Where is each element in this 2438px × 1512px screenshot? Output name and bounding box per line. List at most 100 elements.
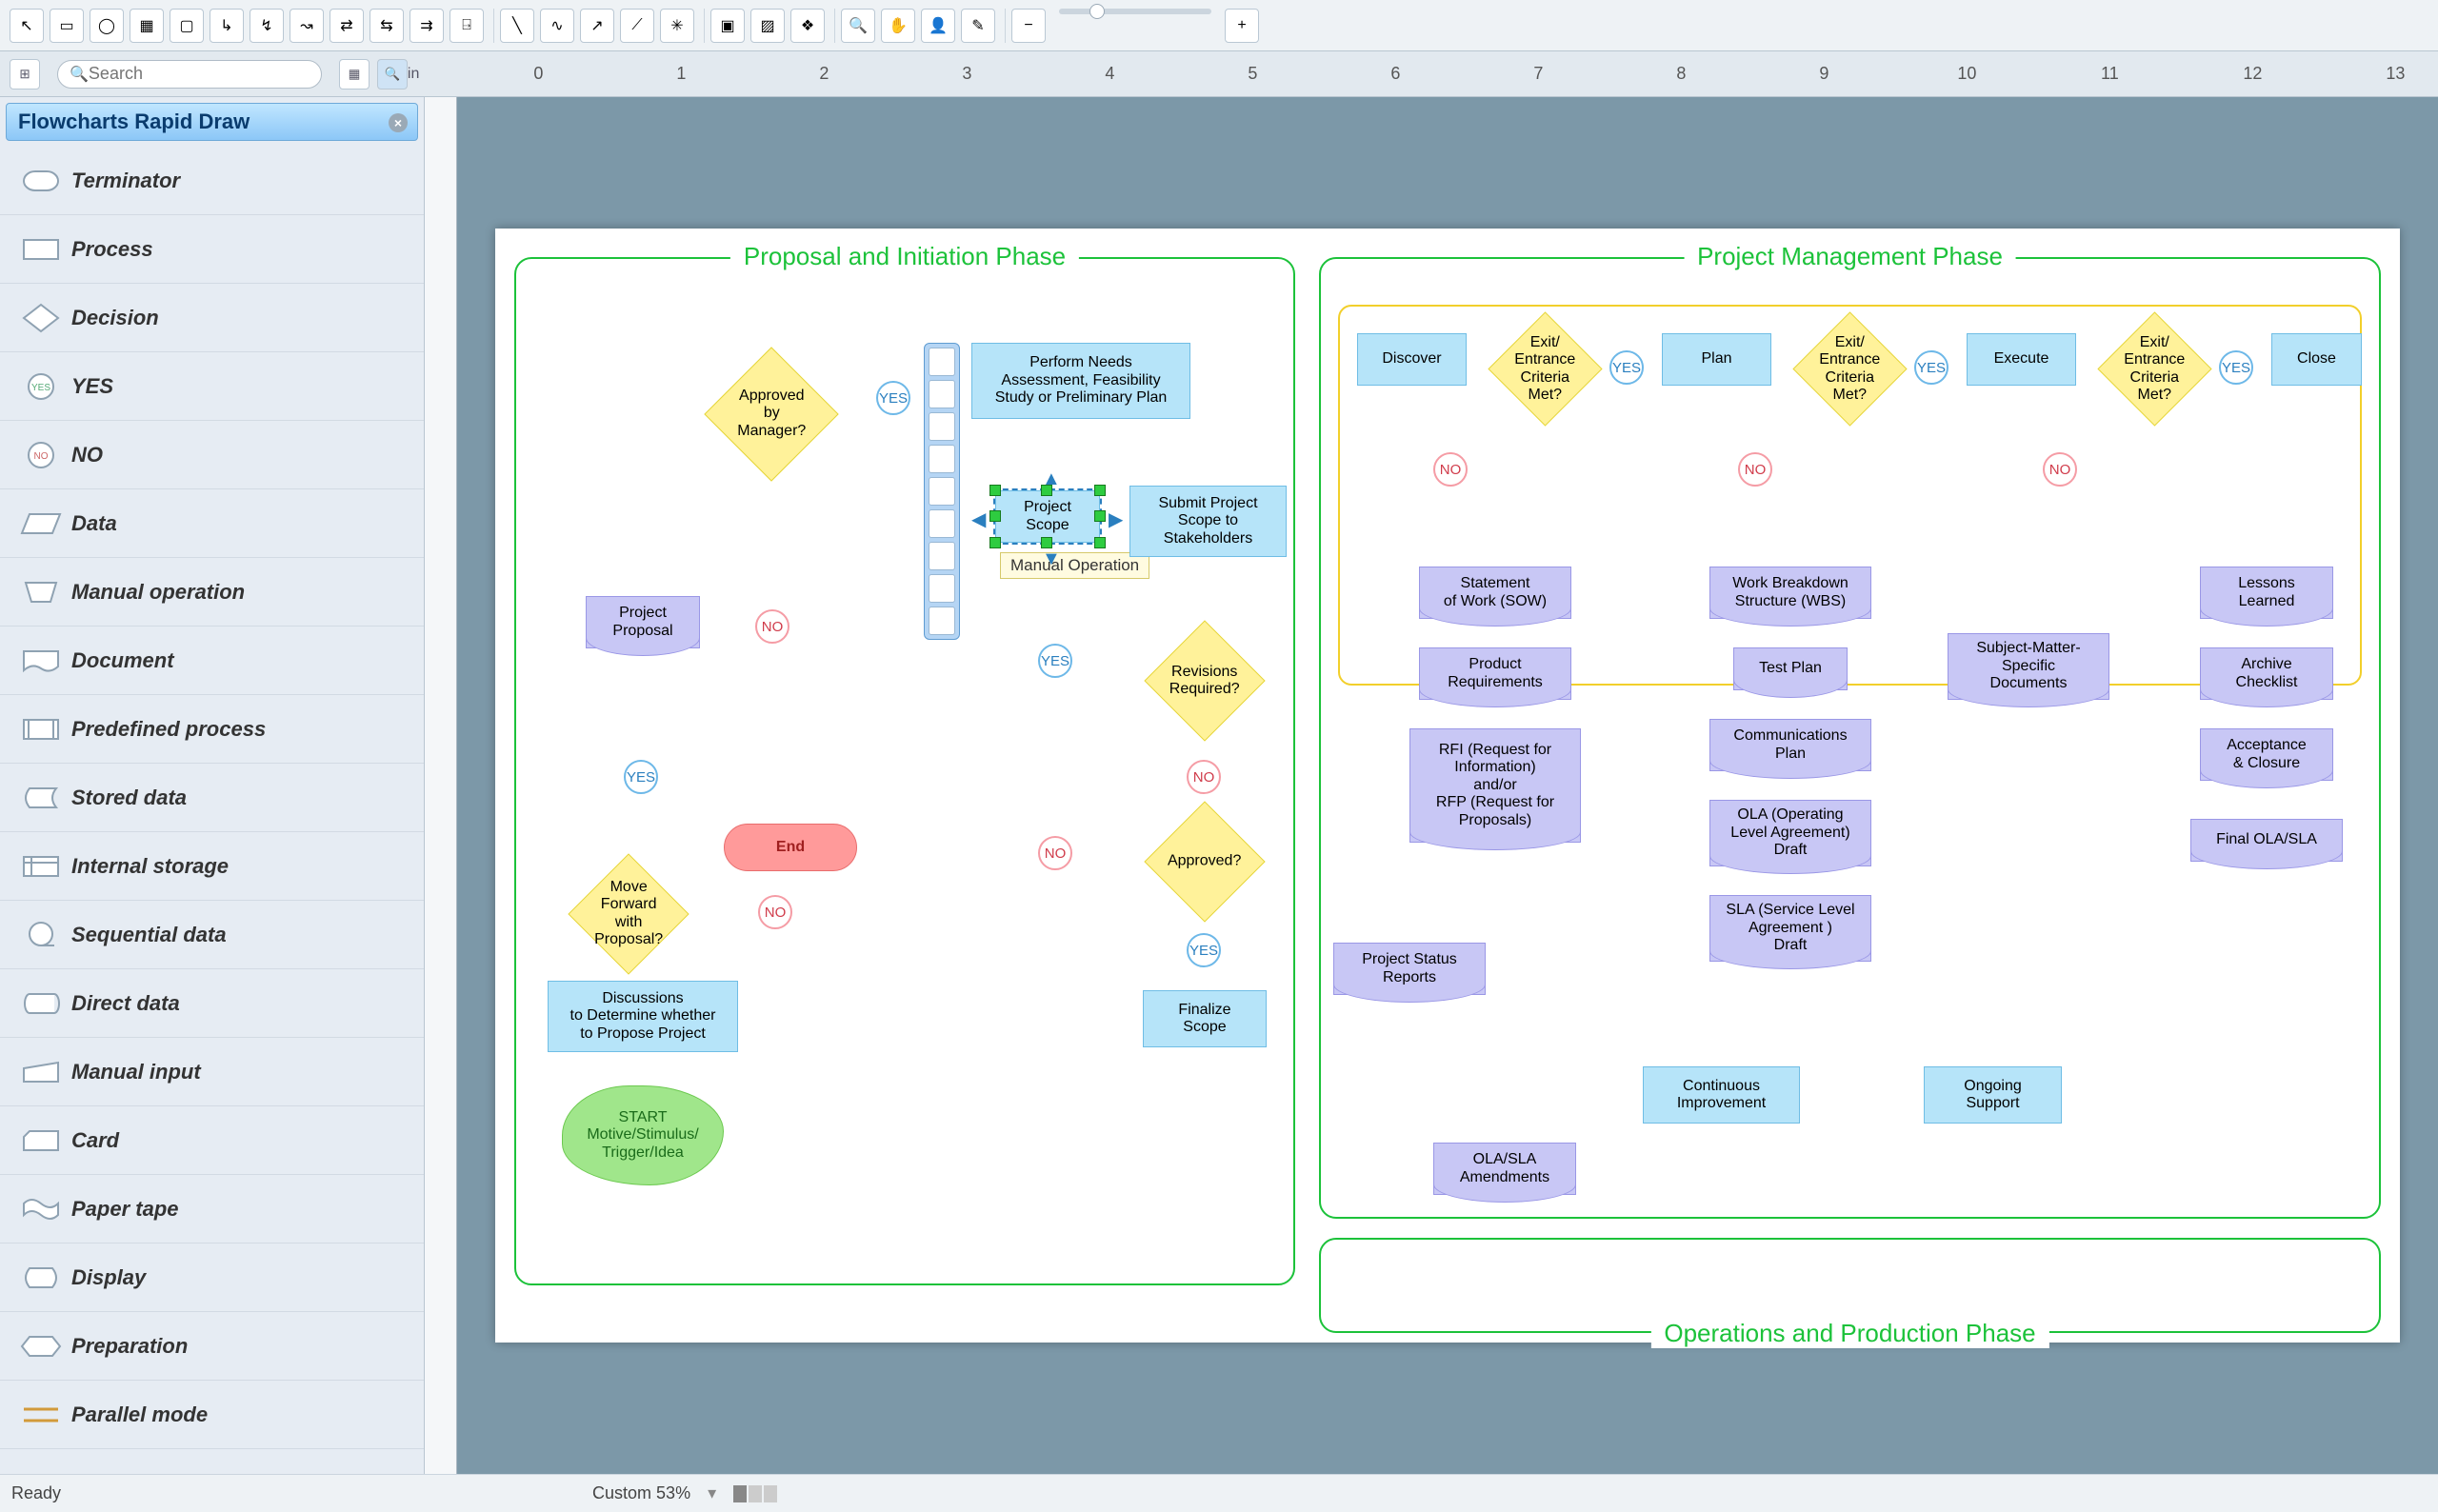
node-rfi[interactable]: RFI (Request for Information) and/or RFP… bbox=[1409, 728, 1581, 843]
path-spline-tool[interactable]: ⟋ bbox=[620, 9, 654, 43]
sidebar-item-decision[interactable]: Decision bbox=[0, 284, 424, 352]
node-project-scope[interactable]: Project Scope bbox=[995, 490, 1100, 543]
sidebar-item-prep[interactable]: Preparation bbox=[0, 1312, 424, 1381]
diagram-page[interactable]: Proposal and Initiation Phase Project Ma… bbox=[495, 229, 2400, 1343]
node-testplan[interactable]: Test Plan bbox=[1733, 647, 1848, 690]
sidebar-item-no[interactable]: NONO bbox=[0, 421, 424, 489]
zoom-out-button[interactable]: − bbox=[1011, 9, 1046, 43]
status-zoom[interactable]: Custom 53% bbox=[592, 1483, 690, 1503]
sidebar-item-parallel[interactable]: Parallel mode bbox=[0, 1381, 424, 1449]
dir-arrow-down[interactable]: ▼ bbox=[1042, 548, 1061, 570]
prep-icon bbox=[10, 1329, 71, 1363]
table-tool[interactable]: ▦ bbox=[130, 9, 164, 43]
sidebar-item-data[interactable]: Data bbox=[0, 489, 424, 558]
connector-no: NO bbox=[758, 895, 792, 929]
node-submit-stakeholders[interactable]: Submit Project Scope to Stakeholders bbox=[1129, 486, 1287, 557]
connector-split-tool[interactable]: ⇆ bbox=[370, 9, 404, 43]
close-icon[interactable]: × bbox=[389, 113, 408, 132]
sidebar-item-internal[interactable]: Internal storage bbox=[0, 832, 424, 901]
node-archive[interactable]: Archive Checklist bbox=[2200, 647, 2333, 700]
horizontal-scrollbar[interactable] bbox=[794, 1486, 2427, 1502]
node-finalize-scope[interactable]: Finalize Scope bbox=[1143, 990, 1267, 1047]
node-continuous[interactable]: Continuous Improvement bbox=[1643, 1066, 1800, 1124]
path-poly-tool[interactable]: ↗ bbox=[580, 9, 614, 43]
dir-arrow-left[interactable]: ◀ bbox=[971, 507, 986, 531]
connector-branch-tool[interactable]: ⇉ bbox=[410, 9, 444, 43]
path-curve-tool[interactable]: ∿ bbox=[540, 9, 574, 43]
sidebar-item-stored[interactable]: Stored data bbox=[0, 764, 424, 832]
node-lessons[interactable]: Lessons Learned bbox=[2200, 567, 2333, 619]
top-toolbar: ↖ ▭ ◯ ▦ ▢ ↳ ↯ ↝ ⇄ ⇆ ⇉ ⍈ ╲ ∿ ↗ ⟋ ✳ ▣ ▨ ❖ … bbox=[0, 0, 2438, 51]
ruler-mark: 0 bbox=[467, 64, 610, 84]
node-perform-needs[interactable]: Perform Needs Assessment, Feasibility St… bbox=[971, 343, 1190, 419]
node-discussions[interactable]: Discussions to Determine whether to Prop… bbox=[548, 981, 738, 1052]
node-wbs[interactable]: Work Breakdown Structure (WBS) bbox=[1709, 567, 1871, 619]
node-ongoing[interactable]: Ongoing Support bbox=[1924, 1066, 2062, 1124]
view-search-button[interactable]: 🔍 bbox=[377, 59, 408, 90]
sidebar-item-paper[interactable]: Paper tape bbox=[0, 1175, 424, 1243]
node-end[interactable]: End bbox=[724, 824, 857, 871]
ruler-horizontal: 012345678910111213141516 bbox=[419, 58, 2438, 90]
select-ungroup-tool[interactable]: ▨ bbox=[750, 9, 785, 43]
node-ola[interactable]: OLA (Operating Level Agreement) Draft bbox=[1709, 800, 1871, 866]
sidebar-item-document[interactable]: Document bbox=[0, 627, 424, 695]
pointer-tool[interactable]: ↖ bbox=[10, 9, 44, 43]
library-category[interactable]: Flowcharts Rapid Draw × bbox=[6, 103, 418, 141]
sidebar-item-direct[interactable]: Direct data bbox=[0, 969, 424, 1038]
sidebar-item-manualin[interactable]: Manual input bbox=[0, 1038, 424, 1106]
sidebar-item-process[interactable]: Process bbox=[0, 215, 424, 284]
zoom-in-button[interactable]: + bbox=[1225, 9, 1259, 43]
connector-move-tool[interactable]: ⇄ bbox=[330, 9, 364, 43]
connector-s-tool[interactable]: ↝ bbox=[290, 9, 324, 43]
connector-l-tool[interactable]: ↳ bbox=[210, 9, 244, 43]
search-input[interactable] bbox=[89, 64, 310, 84]
node-execute[interactable]: Execute bbox=[1967, 333, 2076, 386]
toggle-tree-button[interactable]: ⊞ bbox=[10, 59, 40, 90]
sidebar-item-manualop[interactable]: Manual operation bbox=[0, 558, 424, 627]
zoom-tool[interactable]: 🔍 bbox=[841, 9, 875, 43]
node-sla[interactable]: SLA (Service Level Agreement ) Draft bbox=[1709, 895, 1871, 962]
node-reqs[interactable]: Product Requirements bbox=[1419, 647, 1571, 700]
canvas-viewport[interactable]: Proposal and Initiation Phase Project Ma… bbox=[457, 97, 2438, 1474]
node-psr[interactable]: Project Status Reports bbox=[1333, 943, 1486, 995]
node-plan[interactable]: Plan bbox=[1662, 333, 1771, 386]
connector-export-tool[interactable]: ⍈ bbox=[450, 9, 484, 43]
node-discover[interactable]: Discover bbox=[1357, 333, 1467, 386]
ruler-mark: 4 bbox=[1038, 64, 1181, 84]
ruler-mark: 12 bbox=[2181, 64, 2324, 84]
sidebar-item-predef[interactable]: Predefined process bbox=[0, 695, 424, 764]
sidebar-item-yes[interactable]: YESYES bbox=[0, 352, 424, 421]
sidebar-item-card[interactable]: Card bbox=[0, 1106, 424, 1175]
text-tool[interactable]: ▢ bbox=[170, 9, 204, 43]
select-group-tool[interactable]: ▣ bbox=[710, 9, 745, 43]
dir-arrow-up[interactable]: ▲ bbox=[1042, 468, 1061, 490]
node-sow[interactable]: Statement of Work (SOW) bbox=[1419, 567, 1571, 619]
quick-shape-panel[interactable] bbox=[924, 343, 960, 640]
node-sme[interactable]: Subject-Matter- Specific Documents bbox=[1948, 633, 2109, 700]
node-commplan[interactable]: Communications Plan bbox=[1709, 719, 1871, 771]
connector-no: NO bbox=[1187, 760, 1221, 794]
path-freehand-tool[interactable]: ✳ bbox=[660, 9, 694, 43]
path-line-tool[interactable]: ╲ bbox=[500, 9, 534, 43]
page-thumbnails[interactable] bbox=[733, 1485, 777, 1502]
connector-z-tool[interactable]: ↯ bbox=[250, 9, 284, 43]
node-finalola[interactable]: Final OLA/SLA bbox=[2190, 819, 2343, 862]
sidebar-item-sequential[interactable]: Sequential data bbox=[0, 901, 424, 969]
node-start[interactable]: START Motive/Stimulus/ Trigger/Idea bbox=[562, 1085, 724, 1185]
node-project-proposal[interactable]: Project Proposal bbox=[586, 596, 700, 648]
eyedropper-tool[interactable]: ✎ bbox=[961, 9, 995, 43]
node-accept[interactable]: Acceptance & Closure bbox=[2200, 728, 2333, 781]
user-tool[interactable]: 👤 bbox=[921, 9, 955, 43]
node-close[interactable]: Close bbox=[2271, 333, 2362, 386]
rectangle-tool[interactable]: ▭ bbox=[50, 9, 84, 43]
select-similar-tool[interactable]: ❖ bbox=[790, 9, 825, 43]
view-grid-button[interactable]: ▦ bbox=[339, 59, 370, 90]
sidebar-item-terminator[interactable]: Terminator bbox=[0, 147, 424, 215]
node-olasla[interactable]: OLA/SLA Amendments bbox=[1433, 1143, 1576, 1195]
dir-arrow-right[interactable]: ▶ bbox=[1109, 507, 1123, 531]
zoom-stepper-icon[interactable]: ▾ bbox=[708, 1483, 716, 1503]
ellipse-tool[interactable]: ◯ bbox=[90, 9, 124, 43]
hand-tool[interactable]: ✋ bbox=[881, 9, 915, 43]
sidebar-item-display[interactable]: Display bbox=[0, 1243, 424, 1312]
zoom-slider[interactable] bbox=[1059, 9, 1211, 14]
